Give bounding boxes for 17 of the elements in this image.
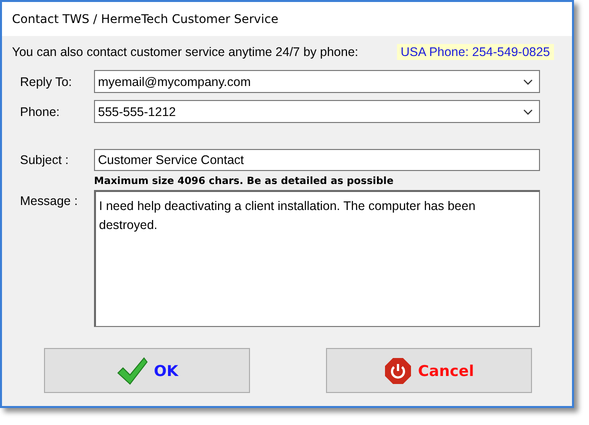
power-icon (384, 356, 412, 384)
checkmark-icon (116, 356, 148, 386)
info-text: You can also contact customer service anytime 24/7 by phone: (12, 45, 358, 59)
field-label: Phone: (19, 104, 61, 118)
phone-number: USA Phone: 254-549-0825 (396, 44, 554, 60)
message-field[interactable]: I need help deactivating a client installation. The computer has been destroyed. (94, 190, 540, 327)
subject-field[interactable]: Customer Service Contact (94, 149, 540, 171)
combo-box[interactable]: myemail@mycompany.com (94, 70, 540, 93)
chevron-down-icon (523, 78, 533, 84)
ok-button[interactable]: OK (44, 348, 250, 393)
chevron-down-icon (523, 108, 533, 114)
window-title: Contact TWS / HermeTech Customer Service (12, 12, 278, 26)
field-label: Reply To: (19, 74, 73, 88)
combo-box[interactable]: 555-555-1212 (94, 100, 540, 123)
subject-label: Subject : (19, 153, 70, 167)
size-note: Maximum size 4096 chars. Be as detailed as possible (94, 176, 394, 187)
message-label: Message : (19, 193, 79, 208)
